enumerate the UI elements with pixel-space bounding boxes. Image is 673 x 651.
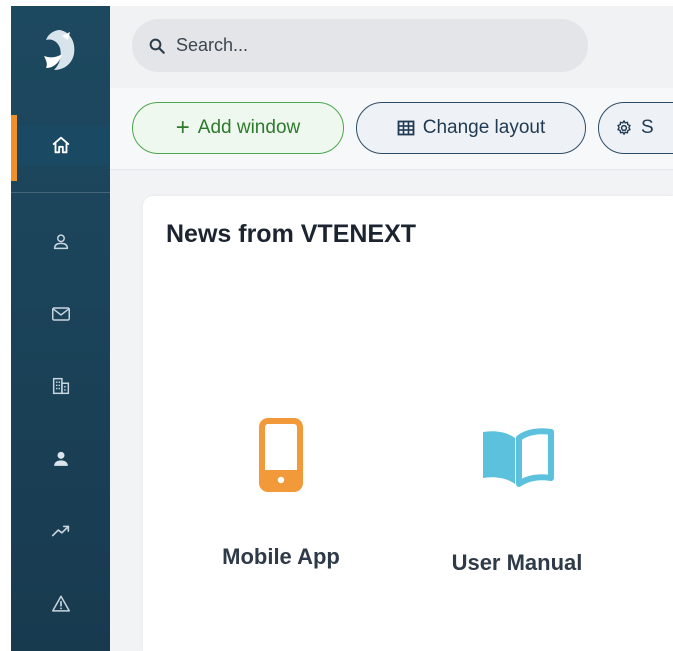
home-icon: [52, 136, 69, 154]
search-input[interactable]: [176, 35, 556, 56]
tile-user-manual[interactable]: User Manual: [417, 428, 617, 576]
mobile-phone-icon: [259, 418, 303, 492]
mail-icon: [51, 307, 70, 321]
news-widget-title: News from VTENEXT: [166, 220, 417, 248]
sidebar-item-reports[interactable]: [11, 511, 110, 551]
person-outline-icon: [53, 234, 68, 250]
warning-icon: [51, 595, 70, 612]
trending-up-icon: [51, 525, 69, 537]
sidebar-item-home[interactable]: [11, 115, 110, 181]
sidebar-item-users[interactable]: [11, 439, 110, 479]
news-widget: News from VTENEXT Mobile App User Manual: [143, 196, 673, 651]
sidebar-item-companies[interactable]: [11, 366, 110, 406]
dashboard-toolbar: + Add window Change layout S: [110, 88, 673, 170]
sidebar-divider: [11, 192, 110, 193]
settings-label: S: [641, 117, 654, 138]
logo-icon: [44, 30, 75, 70]
add-window-button[interactable]: + Add window: [132, 102, 344, 154]
settings-button[interactable]: S: [598, 102, 673, 154]
open-book-icon: [483, 428, 554, 487]
tile-mobile-app[interactable]: Mobile App: [181, 418, 381, 570]
search-box[interactable]: [132, 19, 588, 72]
gear-icon: [617, 120, 631, 135]
sidebar-item-mail[interactable]: [11, 294, 110, 334]
search-icon: [149, 38, 165, 54]
grid-icon: [397, 120, 415, 136]
top-bar: [110, 6, 673, 88]
sidebar: [11, 6, 110, 651]
tile-mobile-app-label: Mobile App: [222, 544, 340, 569]
sidebar-item-contacts[interactable]: [11, 222, 110, 262]
tile-user-manual-label: User Manual: [451, 550, 583, 575]
plus-icon: +: [175, 114, 190, 141]
change-layout-button[interactable]: Change layout: [356, 102, 586, 154]
person-filled-icon: [53, 451, 68, 466]
add-window-label: Add window: [197, 117, 301, 138]
change-layout-label: Change layout: [422, 117, 546, 138]
vtenext-logo[interactable]: [40, 26, 80, 78]
sidebar-item-alerts[interactable]: [11, 584, 110, 624]
building-icon: [52, 377, 69, 395]
